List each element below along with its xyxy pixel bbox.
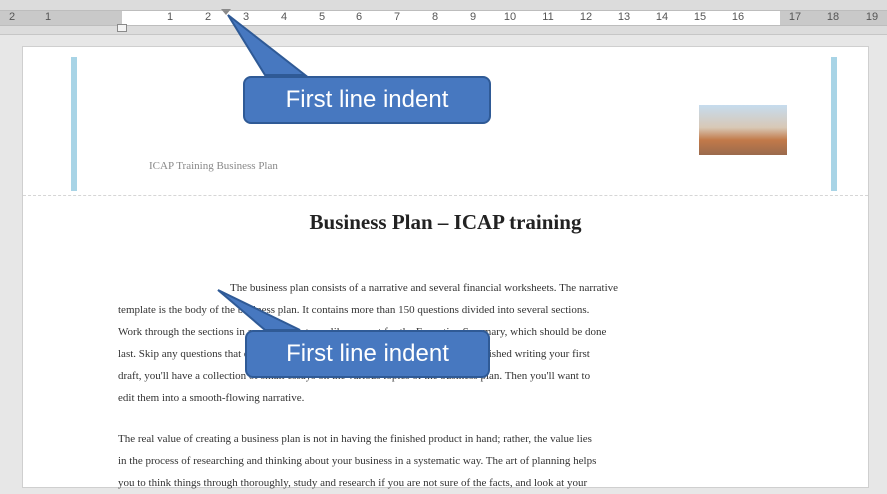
hanging-indent-marker[interactable] bbox=[117, 24, 127, 32]
ruler-tick: 15 bbox=[693, 11, 707, 23]
ruler-tick: 12 bbox=[579, 11, 593, 23]
horizontal-ruler[interactable]: 2 1 1 2 3 4 5 6 7 8 9 10 11 12 13 14 15 … bbox=[0, 0, 887, 35]
paragraph-line: The real value of creating a business pl… bbox=[118, 433, 592, 445]
paragraph-line: Work through the sections in any order t… bbox=[118, 326, 607, 338]
header-text: ICAP Training Business Plan bbox=[149, 160, 278, 172]
paragraph-line: The business plan consists of a narrativ… bbox=[230, 282, 619, 294]
paragraph-1: The business plan consists of a narrativ… bbox=[118, 277, 798, 409]
ruler-tick: 11 bbox=[542, 11, 554, 23]
ruler-tick: 1 bbox=[166, 11, 174, 23]
ruler-band bbox=[0, 10, 887, 26]
paragraph-line: draft, you'll have a collection of small… bbox=[118, 370, 591, 382]
header-accent-bar bbox=[831, 57, 837, 191]
ruler-tick: 18 bbox=[826, 11, 840, 23]
ruler-tick: 2 bbox=[204, 11, 212, 23]
header-accent-bar bbox=[71, 57, 77, 191]
ruler-tick: 17 bbox=[788, 11, 802, 23]
ruler-tick: 9 bbox=[469, 11, 477, 23]
ruler-tick: 19 bbox=[865, 11, 879, 23]
page-header[interactable]: ICAP Training Business Plan bbox=[23, 47, 868, 196]
paragraph-line: you to think things through thoroughly, … bbox=[118, 477, 588, 489]
ruler-tick: 8 bbox=[431, 11, 439, 23]
first-line-indent-marker[interactable] bbox=[221, 9, 231, 15]
paragraph-2: The real value of creating a business pl… bbox=[118, 428, 798, 494]
ruler-tick: 10 bbox=[503, 11, 517, 23]
ruler-tick: 6 bbox=[355, 11, 363, 23]
document-title: Business Plan – ICAP training bbox=[309, 210, 582, 234]
ruler-tick: 16 bbox=[731, 11, 745, 23]
paragraph-line: in the process of researching and thinki… bbox=[118, 455, 597, 467]
ruler-tick: 14 bbox=[655, 11, 669, 23]
paragraph-line: edit them into a smooth-flowing narrativ… bbox=[118, 392, 305, 404]
ruler-tick: 3 bbox=[242, 11, 250, 23]
ruler-tick: 13 bbox=[617, 11, 631, 23]
ruler-tick: 1 bbox=[44, 11, 52, 23]
header-photo bbox=[699, 105, 787, 155]
ruler-tick: 7 bbox=[393, 11, 401, 23]
paragraph-line: template is the body of the business pla… bbox=[118, 304, 590, 316]
ruler-tick: 5 bbox=[318, 11, 326, 23]
paragraph-line: last. Skip any questions that do not app… bbox=[118, 348, 590, 360]
ruler-tick: 4 bbox=[280, 11, 288, 23]
ruler-tick: 2 bbox=[8, 11, 16, 23]
document-page[interactable]: ICAP Training Business Plan Business Pla… bbox=[22, 46, 869, 489]
ruler-left-margin bbox=[0, 10, 122, 26]
